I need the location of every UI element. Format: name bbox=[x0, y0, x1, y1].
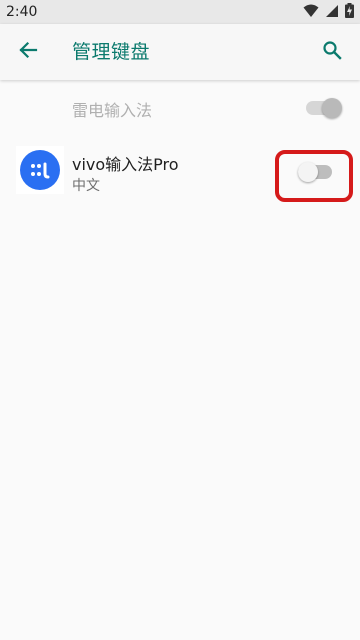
toggle-thumb bbox=[322, 98, 342, 118]
battery-charging-icon bbox=[345, 2, 354, 22]
wifi-icon bbox=[303, 3, 319, 22]
back-button[interactable] bbox=[12, 36, 44, 68]
vivo-ime-logo-icon bbox=[16, 146, 64, 194]
arrow-back-icon bbox=[18, 40, 38, 64]
status-icons bbox=[303, 2, 354, 22]
highlight-box bbox=[275, 150, 353, 202]
search-button[interactable] bbox=[316, 36, 348, 68]
status-time: 2:40 bbox=[6, 4, 38, 20]
keyboard-name: vivo输入法Pro bbox=[72, 155, 179, 174]
status-bar: 2:40 bbox=[0, 0, 360, 24]
keyboard-name: 雷电输入法 bbox=[72, 101, 153, 120]
keyboard-toggle-disabled bbox=[306, 98, 342, 118]
page-title: 管理键盘 bbox=[72, 41, 151, 63]
search-icon bbox=[322, 40, 342, 64]
app-bar: 管理键盘 bbox=[0, 24, 360, 80]
signal-icon bbox=[325, 3, 339, 22]
keyboard-language: 中文 bbox=[72, 178, 100, 194]
keyboard-row-disabled: 雷电输入法 bbox=[0, 84, 360, 132]
